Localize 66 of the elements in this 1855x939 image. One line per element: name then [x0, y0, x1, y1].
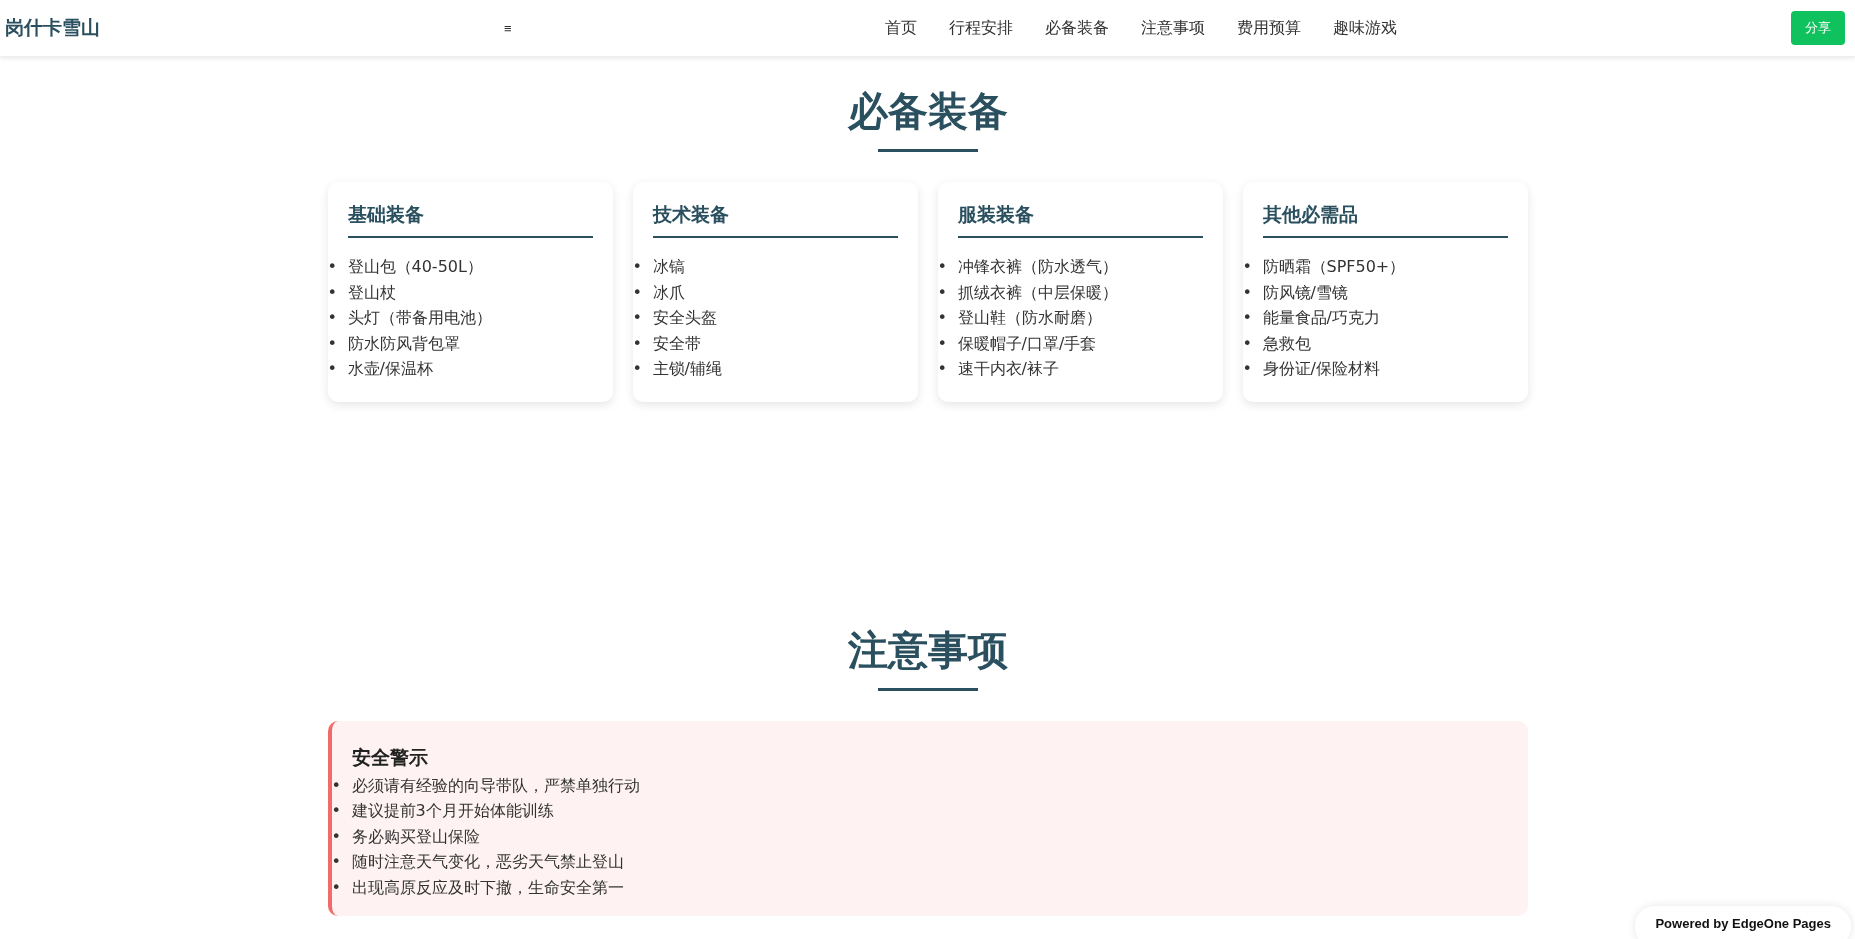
card-title: 其他必需品 — [1262, 202, 1508, 238]
list-bullet: • — [327, 332, 338, 355]
warning-item: 随时注意天气变化，恶劣天气禁止登山 — [351, 851, 624, 873]
equipment-item: 安全带 — [652, 332, 701, 355]
equipment-item: 水壶/保温杯 — [347, 358, 433, 380]
list-bullet: • — [937, 281, 948, 304]
list-bullet: • — [1242, 332, 1253, 355]
nav-link[interactable]: 注意事项 — [1140, 17, 1205, 39]
warning-item: 出现高原反应及时下撤，生命安全第一 — [351, 876, 624, 899]
powered-by-badge[interactable]: Powered by EdgeOne Pages — [1635, 906, 1851, 939]
nav-link[interactable]: 费用预算 — [1236, 17, 1301, 39]
card-title: 服装装备 — [957, 202, 1203, 238]
nav-link[interactable]: 行程安排 — [948, 17, 1013, 39]
equipment-item: 安全头盔 — [652, 307, 717, 329]
nav-link[interactable]: 必备装备 — [1044, 17, 1109, 39]
equipment-item: 保暖帽子/口罩/手套 — [957, 332, 1097, 355]
list-bullet: • — [632, 281, 643, 304]
list-bullet: • — [937, 332, 948, 355]
equipment-item: 能量食品/巧克力 — [1262, 307, 1380, 329]
list-bullet: • — [632, 358, 643, 380]
equipment-item: 登山杖 — [347, 281, 396, 304]
list-bullet: • — [327, 358, 338, 380]
list-bullet: • — [327, 307, 338, 329]
list-bullet: • — [1242, 281, 1253, 304]
equipment-item: 抓绒衣裤（中层保暖） — [957, 281, 1118, 304]
menu-toggle[interactable]: ≡ — [500, 20, 516, 36]
nav-link[interactable]: 趣味游戏 — [1332, 17, 1397, 39]
list-bullet: • — [327, 281, 338, 304]
list-bullet: • — [937, 358, 948, 380]
list-bullet: • — [1242, 307, 1253, 329]
list-bullet: • — [632, 332, 643, 355]
list-bullet: • — [1242, 256, 1253, 278]
equipment-item: 主锁/辅绳 — [652, 358, 722, 380]
equipment-item: 速干内衣/袜子 — [957, 358, 1059, 380]
equipment-item: 冰爪 — [652, 281, 685, 304]
equipment-item: 冲锋衣裤（防水透气） — [957, 256, 1118, 278]
list-bullet: • — [327, 256, 338, 278]
warning-item: 务必购买登山保险 — [351, 825, 480, 848]
equipment-item: 身份证/保险材料 — [1262, 358, 1380, 380]
equipment-item: 防风镜/雪镜 — [1262, 281, 1348, 304]
list-bullet: • — [632, 307, 643, 329]
warning-item: 必须请有经验的向导带队，严禁单独行动 — [351, 774, 640, 797]
equipment-item: 头灯（带备用电池） — [347, 307, 492, 329]
list-bullet: • — [1242, 358, 1253, 380]
equipment-item: 急救包 — [1262, 332, 1311, 355]
list-bullet: • — [331, 851, 342, 873]
equipment-item: 登山包（40-50L） — [347, 256, 483, 278]
card-title: 基础装备 — [347, 202, 593, 238]
list-bullet: • — [331, 876, 342, 899]
list-bullet: • — [331, 825, 342, 848]
card-title: 技术装备 — [652, 202, 898, 238]
section-title: 注意事项 — [847, 625, 1008, 675]
section-title: 必备装备 — [847, 87, 1008, 136]
list-bullet: • — [632, 256, 643, 278]
list-bullet: • — [331, 774, 342, 797]
nav-link[interactable]: 首页 — [884, 17, 917, 39]
equipment-item: 登山鞋（防水耐磨） — [957, 307, 1102, 329]
list-bullet: • — [331, 800, 342, 822]
site-logo: 岗什卡雪山 — [5, 15, 100, 40]
warning-title: 安全警示 — [351, 744, 429, 770]
equipment-item: 冰镐 — [652, 256, 685, 278]
equipment-item: 防水防风背包罩 — [347, 332, 460, 355]
list-bullet: • — [937, 256, 948, 278]
list-bullet: • — [937, 307, 948, 329]
warning-item: 建议提前3个月开始体能训练 — [351, 800, 554, 822]
equipment-item: 防晒霜（SPF50+） — [1262, 256, 1406, 278]
